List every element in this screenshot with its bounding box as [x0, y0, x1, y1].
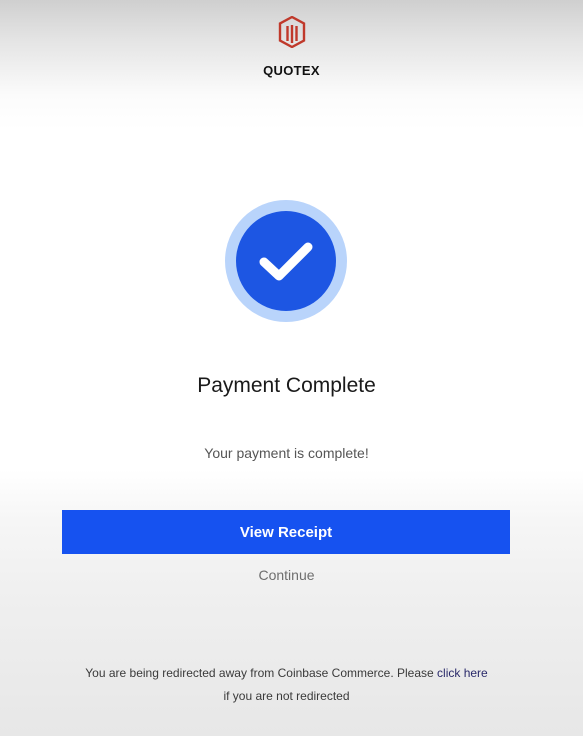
checkmark-icon	[236, 211, 336, 311]
click-here-link[interactable]: click here	[437, 666, 488, 680]
brand-name: QUOTEX	[263, 63, 320, 78]
page-title: Payment Complete	[197, 374, 376, 397]
redirect-text-after: if you are not redirected	[223, 689, 350, 703]
success-badge	[225, 200, 347, 322]
redirect-notice: You are being redirected away from Coinb…	[0, 662, 573, 708]
quotex-logo-icon	[277, 15, 307, 49]
status-message: Your payment is complete!	[204, 445, 369, 461]
continue-link[interactable]: Continue	[0, 567, 573, 583]
view-receipt-button[interactable]: View Receipt	[62, 510, 510, 554]
brand-header: QUOTEX	[0, 15, 583, 78]
redirect-text: You are being redirected away from Coinb…	[85, 666, 434, 680]
